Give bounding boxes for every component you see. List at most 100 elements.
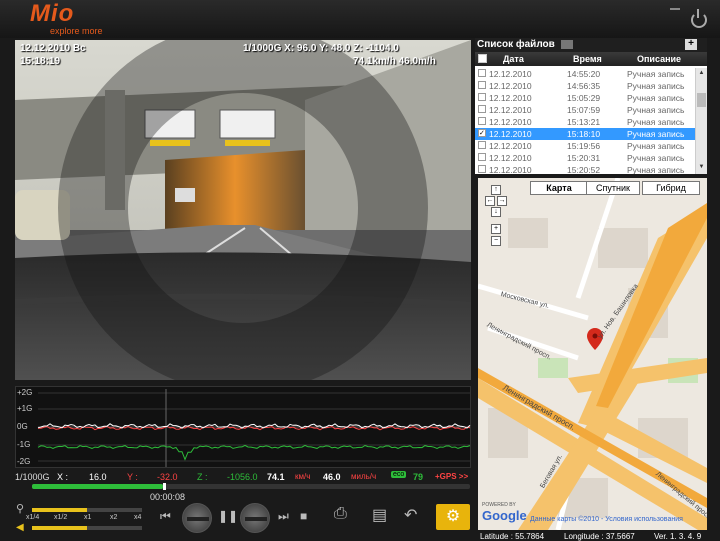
google-logo: Google <box>482 508 527 523</box>
map-view[interactable]: Карта Спутник Гибрид ↑ ← → ↓ + − Московс… <box>478 178 707 530</box>
file-row-date: 12.12.2010 <box>489 93 532 103</box>
gps-link[interactable]: +GPS >> <box>435 472 468 481</box>
file-row-checkbox[interactable] <box>478 141 486 149</box>
file-row-checkbox[interactable] <box>478 117 486 125</box>
file-row[interactable]: 12.12.2010 15:05:29 Ручная запись <box>475 92 695 104</box>
readout-unit-mph: миль/ч <box>351 472 377 481</box>
readout-x-value: 16.0 <box>89 472 107 482</box>
file-row-desc: Ручная запись <box>627 93 685 103</box>
file-row-time: 15:18:10 <box>567 129 601 139</box>
graph-label-minus1g: -1G <box>17 440 31 449</box>
file-row[interactable]: 12.12.2010 15:13:21 Ручная запись <box>475 116 695 128</box>
video-frame-image <box>15 40 471 380</box>
file-row-checkbox[interactable] <box>478 105 486 113</box>
file-row-desc: Ручная запись <box>627 165 685 174</box>
file-row-desc: Ручная запись <box>627 69 685 79</box>
file-row-checkbox[interactable] <box>478 165 486 173</box>
map-canvas <box>478 178 707 530</box>
pan-down-icon[interactable]: ↓ <box>491 207 501 217</box>
stop-icon[interactable]: ■ <box>300 509 307 523</box>
pause-icon[interactable]: ❚❚ <box>218 509 238 523</box>
print-icon[interactable]: ▤ <box>372 505 387 525</box>
longitude-readout: Longitude : 37.5667 <box>564 532 635 541</box>
readout-speed-mph: 46.0 <box>323 472 341 482</box>
file-row-checkbox[interactable] <box>478 81 486 89</box>
scroll-thumb[interactable] <box>697 93 706 107</box>
map-tab-map[interactable]: Карта <box>530 181 588 195</box>
settings-gear-button[interactable]: ⚙ <box>436 504 470 530</box>
file-row[interactable]: 12.12.2010 15:20:52 Ручная запись <box>475 164 695 174</box>
file-row[interactable]: ✓ 12.12.2010 15:18:10 Ручная запись <box>475 128 695 140</box>
video-player[interactable]: 12.12.2010 Вс 15:18:19 1/1000G X: 96.0 Y… <box>15 40 471 380</box>
speed-label-4x: x4 <box>134 514 142 521</box>
file-row-desc: Ручная запись <box>627 105 685 115</box>
readout-x-label: X : <box>57 472 69 482</box>
prev-file-icon[interactable]: ⏮ <box>160 509 171 524</box>
video-date: 12.12.2010 Вс <box>20 43 86 54</box>
progress-knob[interactable] <box>163 483 167 490</box>
title-bar: Mio explore more <box>0 0 720 38</box>
zoom-out-icon[interactable]: − <box>491 236 501 246</box>
playback-progress[interactable] <box>32 483 470 490</box>
map-tab-satellite[interactable]: Спутник <box>586 181 640 195</box>
file-row-checkbox[interactable] <box>478 153 486 161</box>
file-row-checkbox[interactable]: ✓ <box>478 129 486 137</box>
latitude-readout: Latitude : 55.7864 <box>480 532 545 541</box>
scroll-down-icon[interactable]: ▼ <box>697 164 706 172</box>
file-row[interactable]: 12.12.2010 15:19:56 Ручная запись <box>475 140 695 152</box>
folder-icon[interactable] <box>561 40 573 49</box>
file-row[interactable]: 12.12.2010 14:56:35 Ручная запись <box>475 80 695 92</box>
file-row-date: 12.12.2010 <box>489 129 532 139</box>
file-row-date: 12.12.2010 <box>489 105 532 115</box>
power-icon[interactable] <box>691 9 707 28</box>
file-row[interactable]: 12.12.2010 15:20:31 Ручная запись <box>475 152 695 164</box>
file-row-date: 12.12.2010 <box>489 81 532 91</box>
file-row-date: 12.12.2010 <box>489 141 532 151</box>
map-tab-hybrid[interactable]: Гибрид <box>642 181 700 195</box>
add-file-icon[interactable]: + <box>685 39 697 50</box>
eco-value: 79 <box>413 472 424 482</box>
column-time[interactable]: Время <box>573 54 602 64</box>
volume-slider-fill <box>32 526 87 530</box>
readout-unit-kmh: км/ч <box>295 472 311 481</box>
bicycle-speed-icon: ⚲ <box>16 503 25 515</box>
column-description[interactable]: Описание <box>637 54 681 64</box>
file-row[interactable]: 12.12.2010 15:07:59 Ручная запись <box>475 104 695 116</box>
file-list-scrollbar[interactable]: ▲ ▼ <box>695 68 707 174</box>
pan-up-icon[interactable]: ↑ <box>491 185 501 195</box>
file-list-panel: Список файлов + Дата Время Описание 12.1… <box>475 38 707 174</box>
g-sensor-plot <box>37 389 471 467</box>
volume-icon: ◀ <box>16 522 24 533</box>
zoom-in-icon[interactable]: + <box>491 224 501 234</box>
graph-label-minus2g: -2G <box>17 457 31 466</box>
logo-tagline: explore more <box>50 26 103 36</box>
column-date[interactable]: Дата <box>503 54 524 64</box>
file-list-header: Список файлов + <box>475 38 707 52</box>
file-row-checkbox[interactable] <box>478 69 486 77</box>
map-attribution[interactable]: Данные карты ©2010 - Условия использован… <box>530 516 683 523</box>
pan-left-icon[interactable]: ← <box>485 196 495 206</box>
file-list-rows: 12.12.2010 14:55:20 Ручная запись 12.12.201… <box>475 68 695 174</box>
minimize-icon[interactable] <box>670 8 680 10</box>
pan-right-icon[interactable]: → <box>497 196 507 206</box>
readout-z-value: -1056.0 <box>227 472 258 482</box>
next-file-icon[interactable]: ⏭ <box>278 509 289 524</box>
file-row[interactable]: 12.12.2010 14:55:20 Ручная запись <box>475 68 695 80</box>
graph-label-plus1g: +1G <box>17 404 33 413</box>
export-icon[interactable]: ↶ <box>404 505 417 525</box>
eco-badge: eco <box>391 471 407 478</box>
rewind-button[interactable] <box>182 503 212 533</box>
scroll-up-icon[interactable]: ▲ <box>697 70 706 78</box>
fast-forward-button[interactable] <box>240 503 270 533</box>
file-row-time: 15:05:29 <box>567 93 601 103</box>
file-row-desc: Ручная запись <box>627 141 685 151</box>
select-all-checkbox[interactable] <box>478 54 487 63</box>
file-row-time: 14:55:20 <box>567 69 601 79</box>
speed-label-1x: x1 <box>84 514 92 521</box>
file-row-desc: Ручная запись <box>627 129 685 139</box>
file-row-date: 12.12.2010 <box>489 165 532 174</box>
file-row-checkbox[interactable] <box>478 93 486 101</box>
file-row-time: 15:20:52 <box>567 165 601 174</box>
camera-icon[interactable]: ⎙ <box>334 505 347 523</box>
readout-speed-kmh: 74.1 <box>267 472 285 482</box>
